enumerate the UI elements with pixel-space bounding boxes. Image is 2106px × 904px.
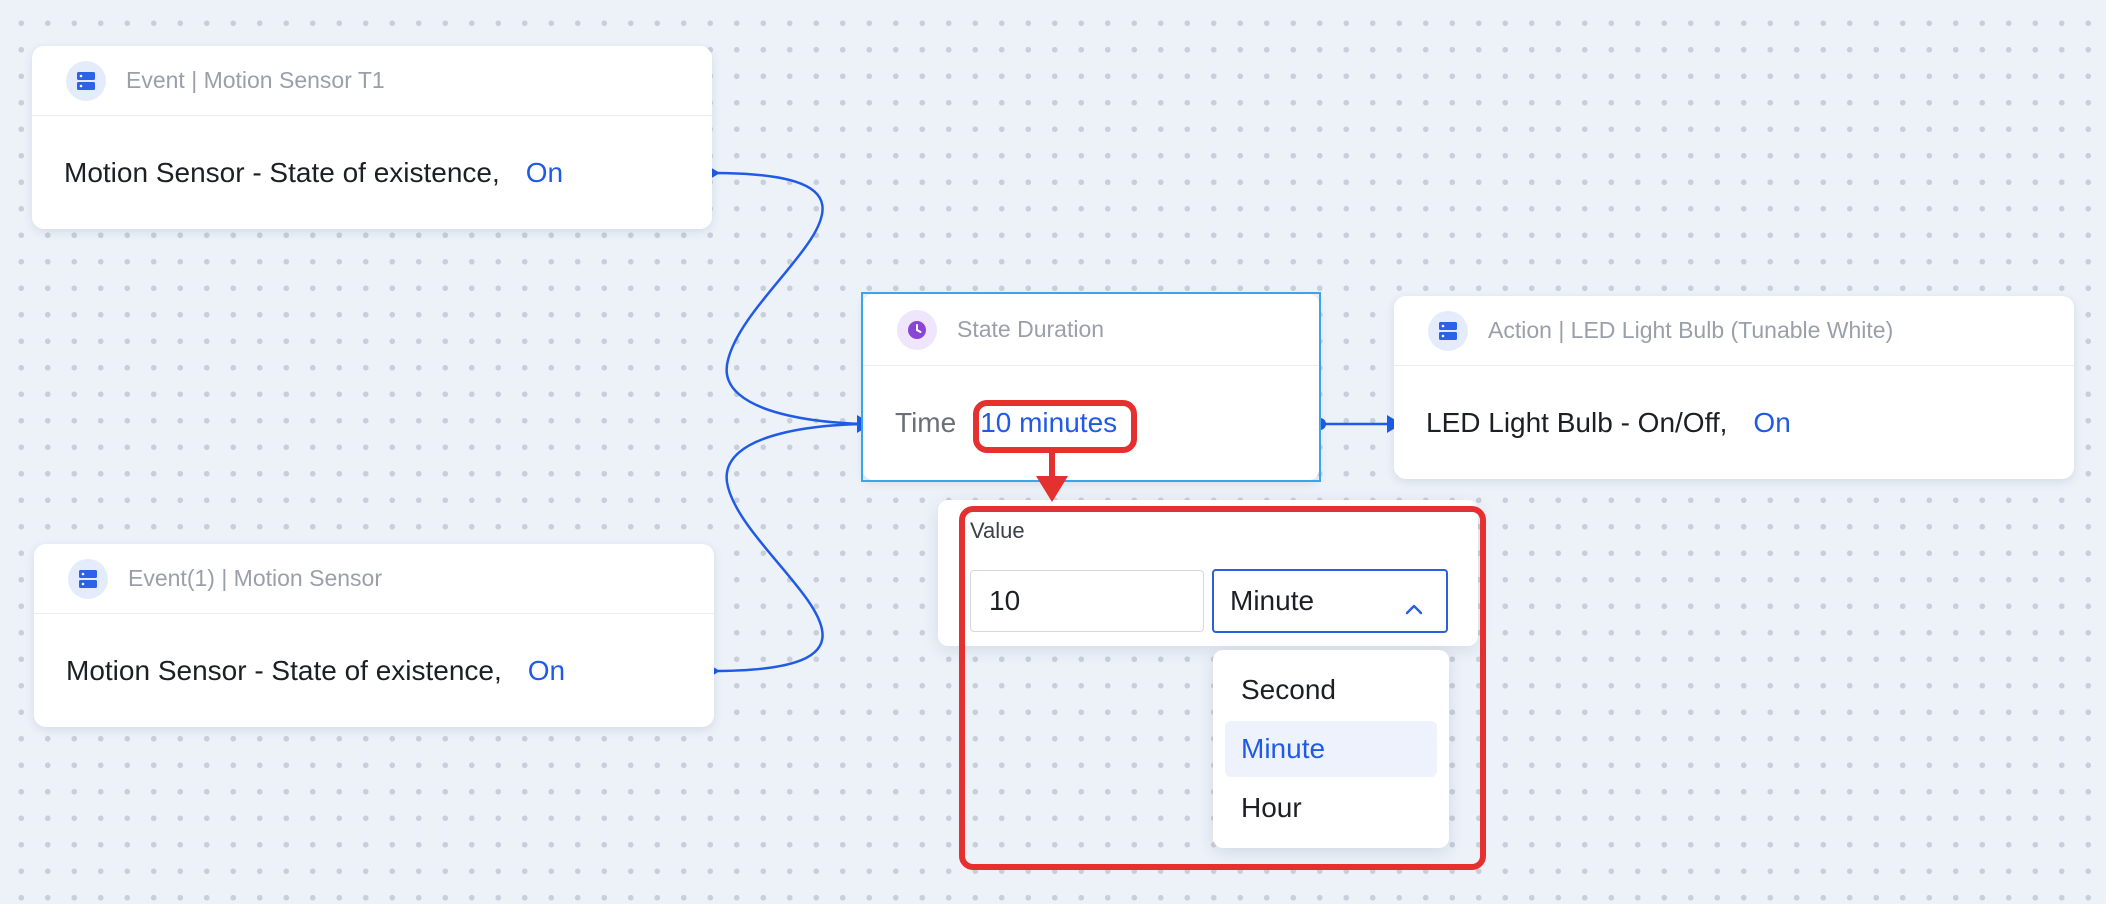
node-title: State Duration <box>957 316 1105 342</box>
node-title: Event | Motion Sensor T1 <box>126 67 385 93</box>
node-header: State Duration <box>863 294 1319 366</box>
condition-value-link[interactable]: On <box>528 655 565 687</box>
condition-text: Motion Sensor - State of existence, <box>64 156 500 188</box>
action-node-led-bulb[interactable]: Action | LED Light Bulb (Tunable White) … <box>1394 296 2074 479</box>
condition-value-link[interactable]: On <box>1753 407 1790 439</box>
node-title: Event(1) | Motion Sensor <box>128 565 382 591</box>
device-icon <box>1428 310 1468 351</box>
node-body: Motion Sensor - State of existence, On <box>32 116 712 229</box>
node-title: Action | LED Light Bulb (Tunable White) <box>1488 317 1894 343</box>
highlight-time-value <box>973 400 1137 453</box>
device-icon <box>66 60 106 101</box>
node-header: Action | LED Light Bulb (Tunable White) <box>1394 296 2074 366</box>
highlight-value-editor <box>959 506 1486 870</box>
node-body: Motion Sensor - State of existence, On <box>34 614 714 727</box>
event-node-motion-sensor-t1[interactable]: Event | Motion Sensor T1 Motion Sensor -… <box>32 46 712 229</box>
node-header: Event | Motion Sensor T1 <box>32 46 712 116</box>
device-icon <box>68 558 108 599</box>
wire-event1-to-duration <box>711 171 869 426</box>
condition-text: LED Light Bulb - On/Off, <box>1426 406 1728 438</box>
event-node-motion-sensor[interactable]: Event(1) | Motion Sensor Motion Sensor -… <box>34 544 714 727</box>
node-body: LED Light Bulb - On/Off, On <box>1394 366 2074 479</box>
condition-text: Motion Sensor - State of existence, <box>66 654 502 686</box>
clock-icon <box>897 309 937 350</box>
highlight-arrow <box>1036 450 1068 502</box>
node-header: Event(1) | Motion Sensor <box>34 544 714 614</box>
time-label: Time <box>895 407 957 438</box>
flow-canvas[interactable]: Event | Motion Sensor T1 Motion Sensor -… <box>0 0 2106 904</box>
wire-event2-to-duration <box>711 422 869 673</box>
condition-value-link[interactable]: On <box>526 157 563 189</box>
